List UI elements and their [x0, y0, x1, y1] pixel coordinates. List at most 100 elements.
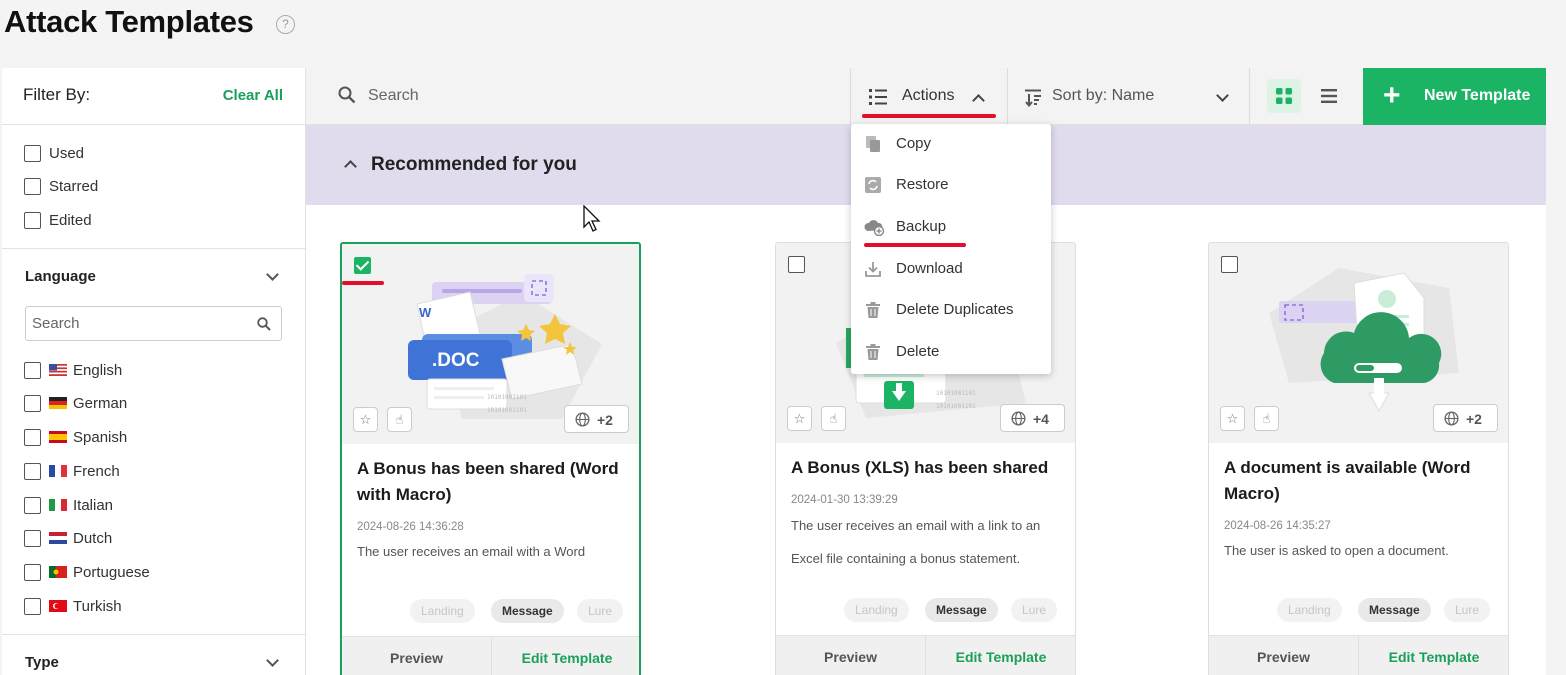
trash-icon: [866, 344, 880, 360]
menu-item-copy[interactable]: Copy: [851, 124, 1051, 164]
checkbox[interactable]: [24, 597, 41, 615]
language-french[interactable]: French: [24, 461, 120, 481]
tag-landing: Landing: [1277, 598, 1342, 622]
menu-item-label: Backup: [896, 218, 947, 235]
menu-item-backup[interactable]: Backup: [851, 207, 1051, 247]
language-turkish[interactable]: Turkish: [24, 596, 122, 616]
language-count-badge[interactable]: +2: [1433, 404, 1498, 432]
touch-icon[interactable]: ☝: [821, 406, 846, 431]
svg-text:10101001101: 10101001101: [487, 407, 527, 414]
us-flag-icon: [49, 364, 67, 376]
template-search-input[interactable]: [368, 82, 768, 110]
checkbox[interactable]: [24, 177, 41, 195]
preview-button[interactable]: Preview: [776, 636, 926, 675]
language-count-badge[interactable]: +2: [564, 405, 629, 433]
divider: [2, 248, 306, 249]
spanish-flag-icon: [49, 431, 67, 443]
filter-label: Edited: [49, 211, 92, 229]
card-illustration: ☆ ☝ +2: [1209, 243, 1508, 443]
checkbox[interactable]: [24, 394, 41, 412]
tag-lure: Lure: [1444, 598, 1491, 622]
type-section-title[interactable]: Type: [25, 654, 59, 671]
template-search[interactable]: [306, 68, 850, 124]
tag-message: Message: [1358, 598, 1431, 622]
language-search-input[interactable]: [26, 307, 246, 340]
filter-used[interactable]: Used: [24, 143, 84, 163]
download-icon: [865, 262, 881, 277]
language-english[interactable]: English: [24, 360, 122, 380]
star-icon[interactable]: ☆: [787, 406, 812, 431]
checkbox[interactable]: [24, 211, 41, 229]
menu-item-label: Delete Duplicates: [896, 301, 1014, 318]
german-flag-icon: [49, 397, 67, 409]
card-footer: Preview Edit Template: [776, 635, 1075, 675]
grid-view-button[interactable]: [1267, 79, 1301, 113]
clear-all-button[interactable]: Clear All: [223, 87, 283, 104]
card-checkbox[interactable]: [788, 256, 805, 273]
sort-label: Sort by: Name: [1052, 87, 1155, 104]
new-template-label: New Template: [1424, 87, 1531, 104]
page-title: Attack Templates: [4, 4, 254, 39]
edit-template-button[interactable]: Edit Template: [926, 636, 1075, 675]
edit-template-button[interactable]: Edit Template: [492, 637, 639, 675]
card-description: The user is asked to open a document.: [1224, 543, 1449, 558]
card-title: A document is available (Word Macro): [1224, 458, 1471, 503]
language-spanish[interactable]: Spanish: [24, 427, 127, 447]
cloud-backup-icon: [864, 220, 885, 236]
dutch-flag-icon: [49, 532, 67, 544]
french-flag-icon: [49, 465, 67, 477]
badge-count: +2: [1466, 411, 1482, 427]
checkbox[interactable]: [24, 529, 41, 547]
menu-item-label: Restore: [896, 176, 949, 193]
language-italian[interactable]: Italian: [24, 495, 113, 515]
italian-flag-icon: [49, 499, 67, 511]
filter-header: Filter By: Clear All: [2, 68, 305, 125]
card-checkbox[interactable]: [354, 257, 371, 274]
help-icon[interactable]: ?: [276, 15, 295, 34]
touch-icon[interactable]: ☝: [387, 407, 412, 432]
checkbox[interactable]: [24, 496, 41, 514]
preview-button[interactable]: Preview: [342, 637, 492, 675]
globe-icon: [1011, 411, 1026, 426]
star-icon[interactable]: ☆: [1220, 406, 1245, 431]
sort-dropdown[interactable]: Sort by: Name: [1008, 68, 1249, 124]
card-date: 2024-08-26 14:36:28: [357, 521, 464, 533]
card-checkbox[interactable]: [1221, 256, 1238, 273]
chevron-down-icon[interactable]: [266, 268, 279, 281]
menu-item-delete-duplicates[interactable]: Delete Duplicates: [851, 290, 1051, 330]
language-label: Portuguese: [73, 563, 150, 581]
template-card[interactable]: W .DOC 10101001101 10101001101 ☆ ☝ +2 A …: [340, 242, 641, 675]
language-portuguese[interactable]: Portuguese: [24, 562, 150, 582]
menu-item-delete[interactable]: Delete: [851, 332, 1051, 372]
star-icon[interactable]: ☆: [353, 407, 378, 432]
checkbox[interactable]: [24, 428, 41, 446]
restore-icon: [865, 177, 881, 193]
tag-lure: Lure: [577, 599, 624, 623]
touch-icon[interactable]: ☝: [1254, 406, 1279, 431]
menu-item-restore[interactable]: Restore: [851, 165, 1051, 205]
filter-edited[interactable]: Edited: [24, 210, 92, 230]
checkbox[interactable]: [24, 563, 41, 581]
template-card[interactable]: ☆ ☝ +2 A document is available (Word Mac…: [1208, 242, 1509, 675]
new-template-button[interactable]: + New Template: [1363, 68, 1546, 125]
language-german[interactable]: German: [24, 393, 127, 413]
filter-starred[interactable]: Starred: [24, 176, 98, 196]
card-date: 2024-08-26 14:35:27: [1224, 520, 1331, 532]
list-view-button[interactable]: [1312, 79, 1346, 113]
page-header: Attack Templates ?: [0, 0, 1566, 68]
filter-sidebar: Filter By: Clear All Used Starred Edited…: [2, 68, 306, 675]
preview-button[interactable]: Preview: [1209, 636, 1359, 675]
svg-text:10101001101: 10101001101: [936, 403, 976, 410]
language-section-title[interactable]: Language: [25, 268, 96, 285]
checkbox[interactable]: [24, 462, 41, 480]
checkbox[interactable]: [24, 361, 41, 379]
language-dutch[interactable]: Dutch: [24, 528, 112, 548]
menu-item-download[interactable]: Download: [851, 249, 1051, 289]
filter-title: Filter By:: [23, 85, 91, 104]
language-search-field[interactable]: [25, 306, 282, 341]
language-count-badge[interactable]: +4: [1000, 404, 1065, 432]
checkbox[interactable]: [24, 144, 41, 162]
sort-icon: [1025, 89, 1041, 107]
chevron-down-icon[interactable]: [266, 654, 279, 667]
edit-template-button[interactable]: Edit Template: [1359, 636, 1508, 675]
